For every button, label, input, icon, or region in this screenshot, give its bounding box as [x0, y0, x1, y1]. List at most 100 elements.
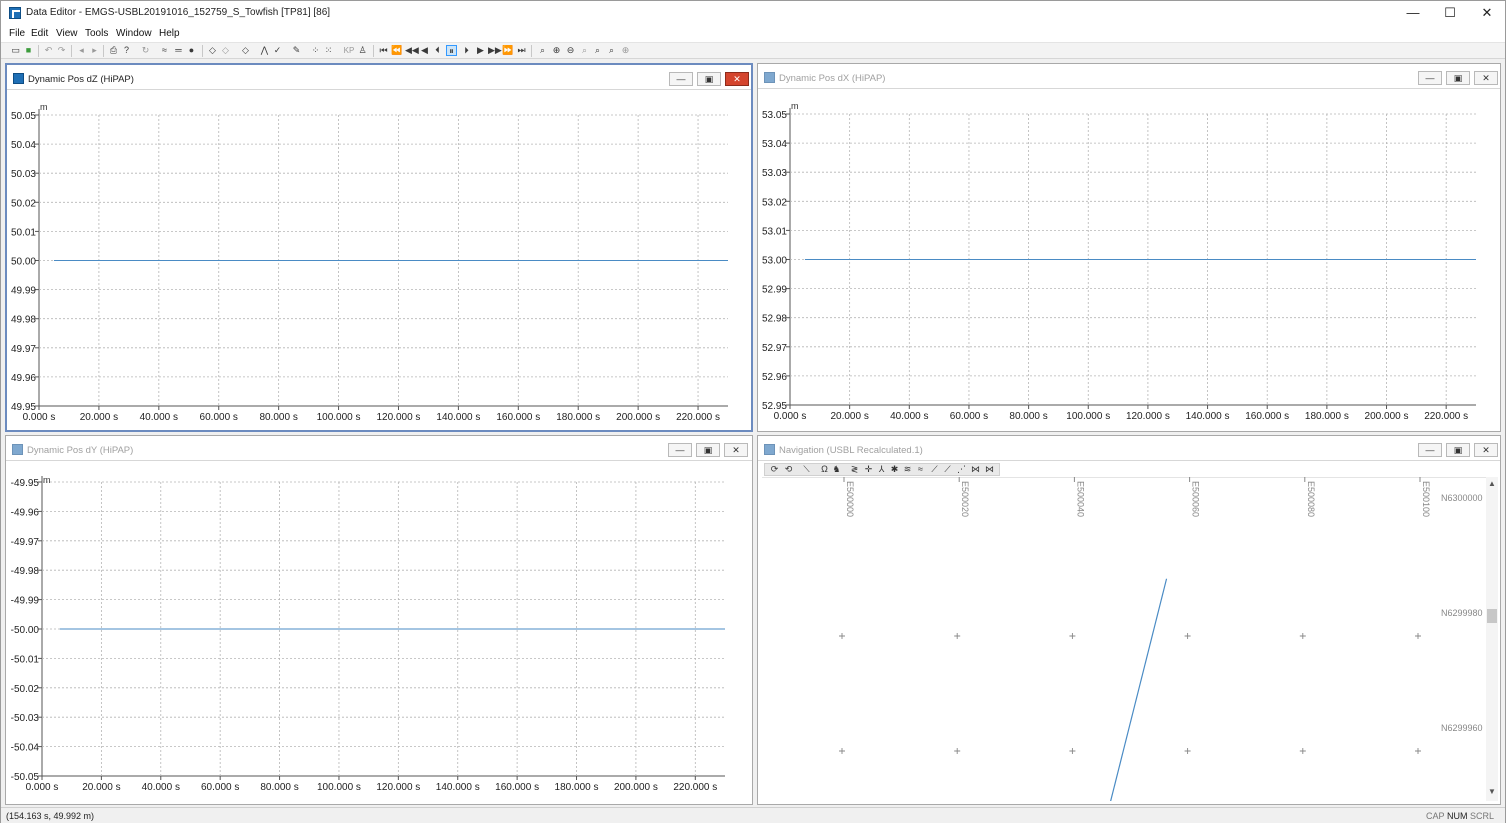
menu-file[interactable]: File: [9, 28, 25, 39]
northing-label: N6299980: [1441, 608, 1483, 618]
scatter-icon[interactable]: ⁘: [310, 45, 321, 56]
undo-icon[interactable]: ↶: [43, 45, 54, 56]
y-tick-label: -49.97: [11, 537, 40, 548]
play-icon[interactable]: ▶: [475, 45, 486, 56]
layers-icon[interactable]: ≷: [849, 464, 860, 475]
main-toolbar: ▭ ■ ↶ ↷ ◂ ▸ ⎙ ? ↻ ≈ ═ ● ◇ ◇ ◇ ⋀ ✓ ✎ ⁘ ⁙ …: [1, 42, 1505, 59]
scatter-alt-icon[interactable]: ⁙: [323, 45, 334, 56]
panel-dynamic-pos-dy[interactable]: Dynamic Pos dY (HiPAP) — ▣ ✕ -49.95 -49.9…: [5, 435, 753, 805]
x-tick-label: 100.000 s: [317, 412, 361, 423]
waveform-icon[interactable]: ≈: [159, 45, 170, 56]
next-frame-icon[interactable]: ⏵: [461, 45, 472, 56]
panel-close-button[interactable]: ✕: [724, 443, 748, 457]
last-icon[interactable]: ⏭: [516, 45, 527, 56]
zoom-icon[interactable]: ⌕: [537, 45, 548, 56]
new-file-icon[interactable]: ▭: [10, 45, 21, 56]
person-icon[interactable]: ♙: [357, 45, 368, 56]
zoom-fit-icon[interactable]: ⌕: [592, 45, 603, 56]
help-icon[interactable]: ?: [121, 45, 132, 56]
navigation-scrollbar[interactable]: ▲ ▼: [1486, 477, 1498, 801]
panel-close-button[interactable]: ✕: [1474, 71, 1498, 85]
fish-alt-icon[interactable]: ⋈: [984, 464, 995, 475]
panel-restore-button[interactable]: ▣: [697, 72, 721, 86]
menu-help[interactable]: Help: [159, 28, 180, 39]
forward-icon[interactable]: ▸: [89, 45, 100, 56]
menu-edit[interactable]: Edit: [31, 28, 48, 39]
y-tick-label: 50.04: [11, 140, 36, 151]
track-alt-icon[interactable]: ⟋: [942, 464, 953, 475]
first-icon[interactable]: ⏮: [378, 45, 389, 56]
panel-minimize-button[interactable]: —: [1418, 443, 1442, 457]
next-page-icon[interactable]: ⏩: [502, 45, 513, 56]
panel-restore-button[interactable]: ▣: [1446, 71, 1470, 85]
rewind-icon[interactable]: ◀◀: [405, 45, 419, 56]
edit-icon[interactable]: ✎: [291, 45, 302, 56]
panel-minimize-button[interactable]: —: [1418, 71, 1442, 85]
crosshair-icon[interactable]: ✛: [863, 464, 874, 475]
print-icon[interactable]: ⎙: [108, 45, 119, 56]
deselect-icon[interactable]: ◇: [220, 45, 231, 56]
zoom-reset-icon[interactable]: ⌕: [579, 45, 590, 56]
zoom-in-icon[interactable]: ⊕: [551, 45, 562, 56]
y-tick-label: 52.97: [762, 343, 787, 354]
measure-icon[interactable]: ⟍: [801, 464, 812, 475]
menu-tools[interactable]: Tools: [85, 28, 108, 39]
menu-view[interactable]: View: [56, 28, 78, 39]
maximize-button[interactable]: ☐: [1433, 3, 1467, 23]
x-tick-label: 140.000 s: [1186, 411, 1230, 422]
y-tick-label: 49.99: [11, 286, 36, 297]
check-icon[interactable]: ✓: [272, 45, 283, 56]
zoom-window-icon[interactable]: ⌕: [606, 45, 617, 56]
panel-close-button[interactable]: ✕: [1474, 443, 1498, 457]
pause-icon[interactable]: ⏸: [446, 45, 457, 56]
lasso-icon[interactable]: Ω: [819, 464, 830, 475]
grid-icon[interactable]: ≋: [902, 464, 913, 475]
flag-icon[interactable]: ◇: [240, 45, 251, 56]
kp-icon[interactable]: KP: [342, 45, 356, 56]
panel-minimize-button[interactable]: —: [669, 72, 693, 86]
select-icon[interactable]: ◇: [207, 45, 218, 56]
zoom-extents-icon[interactable]: ⊕: [620, 45, 631, 56]
line-icon[interactable]: ═: [173, 45, 184, 56]
prev-frame-icon[interactable]: ⏴: [432, 45, 443, 56]
menu-window[interactable]: Window: [116, 28, 152, 39]
zoom-out-icon[interactable]: ⊖: [565, 45, 576, 56]
scroll-thumb[interactable]: [1487, 609, 1497, 623]
track-dotted-icon[interactable]: ⋰: [956, 464, 967, 475]
panel-close-button[interactable]: ✕: [725, 72, 749, 86]
spike-icon[interactable]: ⋀: [259, 45, 270, 56]
panel-title: Navigation (USBL Recalculated.1): [779, 445, 923, 456]
wave-icon[interactable]: ≈: [915, 464, 926, 475]
scroll-up-arrow[interactable]: ▲: [1488, 479, 1496, 488]
snow-icon[interactable]: ✱: [889, 464, 900, 475]
filter-icon[interactable]: ●: [186, 45, 197, 56]
back-icon[interactable]: ◂: [76, 45, 87, 56]
rotate-icon[interactable]: ⟳: [769, 464, 780, 475]
navigation-map[interactable]: E500000 E500020 E500040 E500060 E500080 E5001…: [762, 477, 1490, 801]
fish-icon[interactable]: ⋈: [970, 464, 981, 475]
refresh-icon[interactable]: ↻: [140, 45, 151, 56]
panel-dynamic-pos-dz[interactable]: Dynamic Pos dZ (HiPAP) — ▣ ✕ 50.05 50.04 5…: [5, 63, 753, 432]
dy-chart[interactable]: -49.95 -49.96 -49.97 -49.98 -49.99 -50.00 -50.…: [6, 461, 752, 804]
panel-restore-button[interactable]: ▣: [696, 443, 720, 457]
walk-icon[interactable]: ♞: [831, 464, 842, 475]
dz-chart[interactable]: 50.05 50.04 50.03 50.02 50.01 50.00 49.99 49.98…: [7, 90, 751, 430]
scroll-down-arrow[interactable]: ▼: [1488, 787, 1496, 796]
panel-navigation[interactable]: Navigation (USBL Recalculated.1) — ▣ ✕ ⟳…: [757, 435, 1501, 805]
panel-dynamic-pos-dx[interactable]: Dynamic Pos dX (HiPAP) — ▣ ✕ 53.05 53.04 5…: [757, 63, 1501, 432]
track-icon[interactable]: ⟋: [929, 464, 940, 475]
panel-minimize-button[interactable]: —: [668, 443, 692, 457]
prev-page-icon[interactable]: ⏪: [391, 45, 402, 56]
step-back-icon[interactable]: ◀: [419, 45, 430, 56]
route-icon[interactable]: ⅄: [876, 464, 887, 475]
rotate-back-icon[interactable]: ⟲: [783, 464, 794, 475]
panel-restore-button[interactable]: ▣: [1446, 443, 1470, 457]
minimize-button[interactable]: —: [1396, 3, 1430, 23]
x-tick-label: 60.000 s: [950, 411, 988, 422]
redo-icon[interactable]: ↷: [56, 45, 67, 56]
dx-chart[interactable]: 53.05 53.04 53.03 53.02 53.01 53.00 52.99 52.98…: [758, 89, 1500, 431]
x-tick-label: 180.000 s: [1305, 411, 1349, 422]
fast-forward-icon[interactable]: ▶▶: [488, 45, 502, 56]
save-icon[interactable]: ■: [23, 45, 34, 56]
close-button[interactable]: ✕: [1470, 3, 1504, 23]
